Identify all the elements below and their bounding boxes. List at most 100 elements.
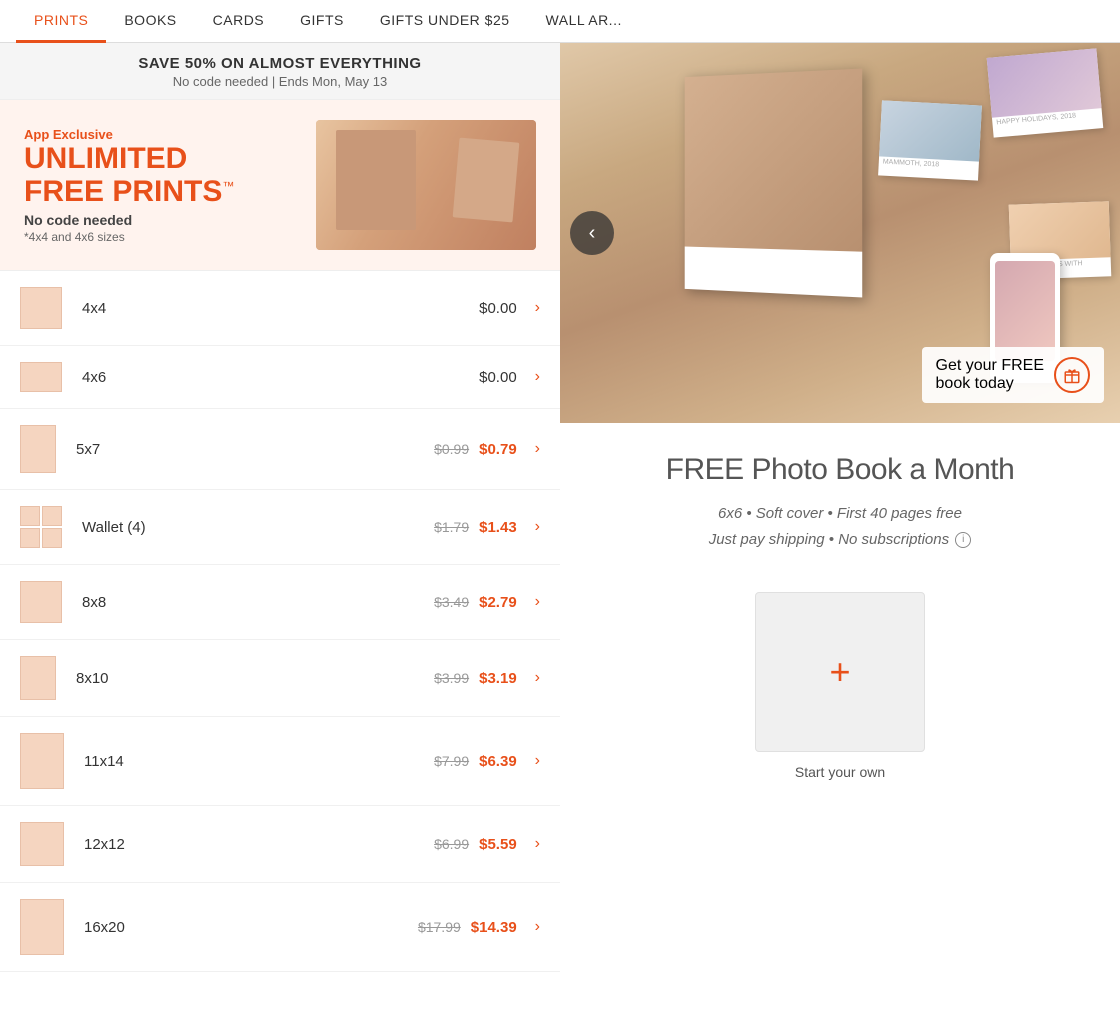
price-sale-12x12: $5.59: [479, 836, 517, 853]
print-item-wallet[interactable]: Wallet (4) $1.79 $1.43 ›: [0, 490, 560, 565]
photo-book-open: [685, 69, 863, 298]
info-icon[interactable]: i: [955, 532, 971, 548]
price-sale-5x7: $0.79: [479, 441, 517, 458]
promo-detail-line2-text: Just pay shipping • No subscriptions: [709, 531, 949, 548]
thumb-shape-8x8: [20, 581, 62, 623]
price-group-5x7: $0.99 $0.79 ›: [434, 440, 540, 458]
print-thumb-16x20: [20, 899, 64, 955]
print-item-8x8[interactable]: 8x8 $3.49 $2.79 ›: [0, 565, 560, 640]
photo-card-1-img: [987, 48, 1102, 117]
app-banner-subtext: No code needed: [24, 212, 296, 228]
promo-details: 6x6 • Soft cover • First 40 pages free J…: [600, 501, 1080, 552]
print-name-wallet: Wallet (4): [82, 519, 434, 536]
app-banner-headline: UNLIMITED FREE PRINTS™: [24, 142, 296, 208]
price-original-11x14: $7.99: [434, 753, 469, 769]
price-original-12x12: $6.99: [434, 836, 469, 852]
wallet-cell-4: [42, 528, 62, 548]
chevron-icon-4x6: ›: [535, 368, 540, 386]
price-sale-wallet: $1.43: [479, 519, 517, 536]
promo-section: FREE Photo Book a Month 6x6 • Soft cover…: [560, 423, 1120, 572]
price-original-8x10: $3.99: [434, 670, 469, 686]
gift-icon: [1054, 357, 1090, 393]
price-original-8x8: $3.49: [434, 594, 469, 610]
price-group-8x8: $3.49 $2.79 ›: [434, 593, 540, 611]
print-item-12x12[interactable]: 12x12 $6.99 $5.59 ›: [0, 806, 560, 883]
thumb-shape-12x12: [20, 822, 64, 866]
free-book-line1: Get your FREE: [936, 357, 1044, 375]
start-own-card[interactable]: +: [755, 592, 925, 752]
promo-detail-line2: Just pay shipping • No subscriptions i: [600, 527, 1080, 553]
print-thumb-4x4: [20, 287, 62, 329]
print-thumb-8x10: [20, 656, 56, 700]
app-banner-text: App Exclusive UNLIMITED FREE PRINTS™ No …: [24, 127, 296, 244]
print-item-8x10[interactable]: 8x10 $3.99 $3.19 ›: [0, 640, 560, 717]
photo-card-2-img: [879, 100, 982, 161]
app-banner-note: *4x4 and 4x6 sizes: [24, 230, 296, 244]
nav-item-books[interactable]: BOOKS: [106, 0, 194, 43]
chevron-icon-12x12: ›: [535, 835, 540, 853]
photo-card-2: MAMMOTH, 2018: [878, 100, 982, 180]
thumb-shape-4x6: [20, 362, 62, 392]
free-book-line2: book today: [936, 375, 1044, 393]
wallet-cell-2: [42, 506, 62, 526]
price-original-wallet: $1.79: [434, 519, 469, 535]
price-group-4x6: $0.00 ›: [479, 368, 540, 386]
print-thumb-12x12: [20, 822, 64, 866]
thumb-shape-11x14: [20, 733, 64, 789]
chevron-icon-16x20: ›: [535, 918, 540, 936]
start-own-section: + Start your own: [560, 572, 1120, 810]
phone-screen: [995, 261, 1055, 361]
print-name-11x14: 11x14: [84, 753, 434, 770]
price-sale-8x8: $2.79: [479, 594, 517, 611]
main-layout: SAVE 50% ON ALMOST EVERYTHING No code ne…: [0, 43, 1120, 972]
chevron-icon-4x4: ›: [535, 299, 540, 317]
wallet-cell-1: [20, 506, 40, 526]
plus-icon: +: [829, 654, 850, 690]
promo-detail-line1: 6x6 • Soft cover • First 40 pages free: [600, 501, 1080, 527]
thumb-shape-16x20: [20, 899, 64, 955]
nav-item-wall-art[interactable]: WALL AR...: [528, 0, 640, 43]
nav-item-cards[interactable]: CARDS: [195, 0, 283, 43]
app-banner-image-inner: [316, 120, 536, 250]
print-thumb-5x7: [20, 425, 56, 473]
price-free-4x6: $0.00: [479, 369, 517, 386]
photo-card-1: HAPPY HOLIDAYS, 2018: [987, 48, 1104, 137]
promo-headline: FREE Photo Book a Month: [600, 453, 1080, 487]
chevron-icon-5x7: ›: [535, 440, 540, 458]
free-book-cta[interactable]: Get your FREE book today: [922, 347, 1104, 403]
price-group-11x14: $7.99 $6.39 ›: [434, 752, 540, 770]
start-own-label: Start your own: [795, 764, 885, 780]
print-name-8x10: 8x10: [76, 670, 434, 687]
back-button[interactable]: ‹: [570, 211, 614, 255]
print-item-4x6[interactable]: 4x6 $0.00 ›: [0, 346, 560, 409]
price-group-8x10: $3.99 $3.19 ›: [434, 669, 540, 687]
print-name-16x20: 16x20: [84, 919, 418, 936]
nav-item-gifts[interactable]: GIFTS: [282, 0, 362, 43]
app-banner-image: [316, 120, 536, 250]
price-sale-16x20: $14.39: [471, 919, 517, 936]
print-item-4x4[interactable]: 4x4 $0.00 ›: [0, 271, 560, 346]
print-thumb-11x14: [20, 733, 64, 789]
free-book-cta-text: Get your FREE book today: [936, 357, 1044, 393]
chevron-icon-11x14: ›: [535, 752, 540, 770]
chevron-icon-8x8: ›: [535, 593, 540, 611]
wallet-cell-3: [20, 528, 40, 548]
price-original-5x7: $0.99: [434, 441, 469, 457]
price-original-16x20: $17.99: [418, 919, 461, 935]
nav-item-prints[interactable]: PRINTS: [16, 0, 106, 43]
app-exclusive-label: App Exclusive: [24, 127, 296, 142]
price-group-4x4: $0.00 ›: [479, 299, 540, 317]
thumb-shape-5x7: [20, 425, 56, 473]
thumb-shape-wallet: [20, 506, 62, 548]
chevron-icon-8x10: ›: [535, 669, 540, 687]
print-name-8x8: 8x8: [82, 594, 434, 611]
print-name-4x6: 4x6: [82, 369, 479, 386]
app-exclusive-banner[interactable]: App Exclusive UNLIMITED FREE PRINTS™ No …: [0, 100, 560, 271]
print-item-5x7[interactable]: 5x7 $0.99 $0.79 ›: [0, 409, 560, 490]
print-item-16x20[interactable]: 16x20 $17.99 $14.39 ›: [0, 883, 560, 972]
print-list: 4x4 $0.00 › 4x6 $0.00 ›: [0, 271, 560, 972]
price-group-16x20: $17.99 $14.39 ›: [418, 918, 540, 936]
nav-item-gifts-under[interactable]: GIFTS UNDER $25: [362, 0, 528, 43]
print-item-11x14[interactable]: 11x14 $7.99 $6.39 ›: [0, 717, 560, 806]
promo-banner: SAVE 50% ON ALMOST EVERYTHING No code ne…: [0, 43, 560, 100]
